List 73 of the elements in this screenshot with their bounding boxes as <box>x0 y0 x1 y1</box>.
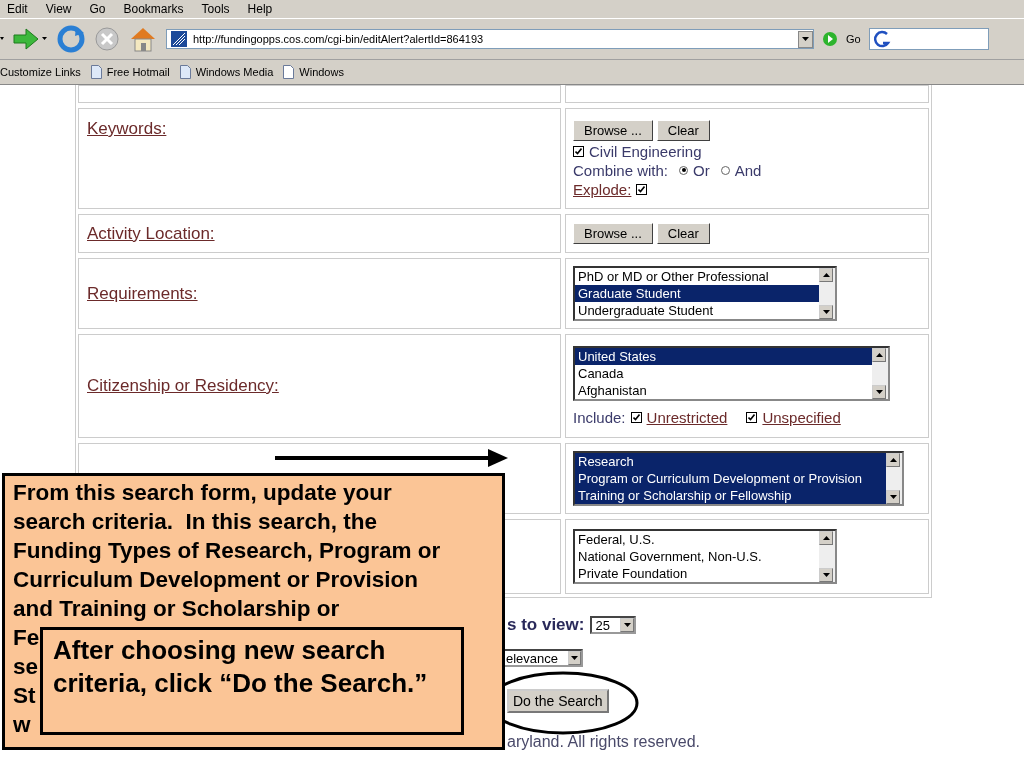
link-item[interactable]: Customize Links <box>0 66 81 78</box>
scroll-down-icon[interactable] <box>822 310 830 314</box>
forward-icon[interactable] <box>0 27 48 51</box>
callout-text-fragment: Fe <box>13 624 40 652</box>
address-field[interactable]: http://fundingopps.cos.com/cgi-bin/editAlert?alertId=864193 <box>166 29 814 49</box>
combine-label: Combine with: <box>573 161 669 179</box>
field-label[interactable]: Keywords: <box>87 119 167 139</box>
explode-link[interactable]: Explode: <box>573 180 632 198</box>
menu-item[interactable]: View <box>45 2 72 16</box>
callout-text-fragment: St <box>13 682 36 710</box>
menu-item[interactable]: Edit <box>7 2 28 16</box>
callout-text-fragment: se <box>13 653 39 681</box>
copyright-text: aryland. All rights reserved. <box>507 733 700 751</box>
page-icon <box>90 65 102 79</box>
page-icon <box>179 65 191 79</box>
checkbox[interactable] <box>630 412 642 423</box>
scroll-down-icon[interactable] <box>571 656 578 660</box>
field-label[interactable]: Activity Location: <box>87 223 215 244</box>
form-button[interactable]: Clear <box>656 119 710 141</box>
list-box[interactable]: PhD or MD or Other Professional Graduate Student Undergraduate Student <box>573 266 837 321</box>
scroll-up-icon[interactable] <box>822 536 830 540</box>
search-field[interactable] <box>868 28 989 50</box>
results-label: s to view: <box>507 615 585 635</box>
checkbox[interactable] <box>573 145 584 157</box>
link-item[interactable]: Free Hotmail <box>106 66 170 78</box>
scroll-up-icon[interactable] <box>822 273 830 277</box>
callout-text-fragment: w <box>13 711 31 739</box>
site-icon <box>171 31 187 47</box>
form-button[interactable]: Browse ... <box>573 223 653 244</box>
scroll-down-icon[interactable] <box>623 623 631 627</box>
list-box[interactable]: Federal, U.S. National Government, Non-U.S. Private Foundation <box>573 529 837 584</box>
radio-button[interactable] <box>679 165 689 175</box>
field-label[interactable]: Citizenship or Residency: <box>87 376 279 396</box>
keyword-term: Civil Engineering <box>589 142 702 160</box>
results-select[interactable]: 25 <box>590 616 637 634</box>
search-button[interactable]: Do the Search <box>507 689 609 713</box>
scroll-down-icon[interactable] <box>875 390 883 394</box>
list-option[interactable]: Research <box>575 453 886 470</box>
go-icon[interactable] <box>822 31 838 47</box>
scroll-up-icon[interactable] <box>889 458 897 462</box>
stop-icon[interactable] <box>94 26 120 52</box>
link-item[interactable]: Windows Media <box>195 66 274 78</box>
checkbox[interactable] <box>636 183 648 195</box>
form-button[interactable]: Clear <box>656 223 710 244</box>
menu-item[interactable]: Help <box>247 2 273 16</box>
refresh-icon[interactable] <box>56 25 86 53</box>
list-option[interactable]: Graduate Student <box>575 285 819 302</box>
menu-item[interactable]: Bookmarks <box>123 2 184 16</box>
list-box[interactable]: United States Canada Afghanistan <box>573 346 890 401</box>
scroll-up-icon[interactable] <box>875 353 883 357</box>
radio-button[interactable] <box>720 165 730 175</box>
scroll-down-icon[interactable] <box>822 573 830 577</box>
scroll-down-icon[interactable] <box>889 495 897 499</box>
form-button[interactable]: Browse ... <box>573 119 653 141</box>
radio-label: Or <box>693 161 710 179</box>
scroll-down-icon[interactable] <box>802 37 809 41</box>
list-option[interactable]: Training or Scholarship or Fellowship <box>575 487 886 504</box>
search-engine-icon <box>872 30 891 48</box>
field-label[interactable]: Requirements: <box>87 283 198 304</box>
go-button[interactable]: Go <box>846 33 861 45</box>
checkbox[interactable] <box>746 412 758 423</box>
page-icon <box>283 65 295 79</box>
list-option[interactable]: United States <box>575 348 872 365</box>
list-option[interactable]: Program or Curriculum Development or Provision <box>575 470 886 487</box>
include-label: Include: <box>573 409 626 426</box>
radio-label: And <box>734 161 762 179</box>
include-link[interactable]: Unspecified <box>762 409 841 426</box>
menu-item[interactable]: Tools <box>201 2 230 16</box>
include-link[interactable]: Unrestricted <box>646 409 728 426</box>
list-box[interactable]: Research Program or Curriculum Development or Provision Training or Scholarship or Fellowship <box>573 451 904 506</box>
link-item[interactable]: Windows <box>299 66 344 78</box>
callout-text: After choosing new search criteria, click “Do the Search.” <box>53 634 429 700</box>
menu-item[interactable]: Go <box>89 2 106 16</box>
